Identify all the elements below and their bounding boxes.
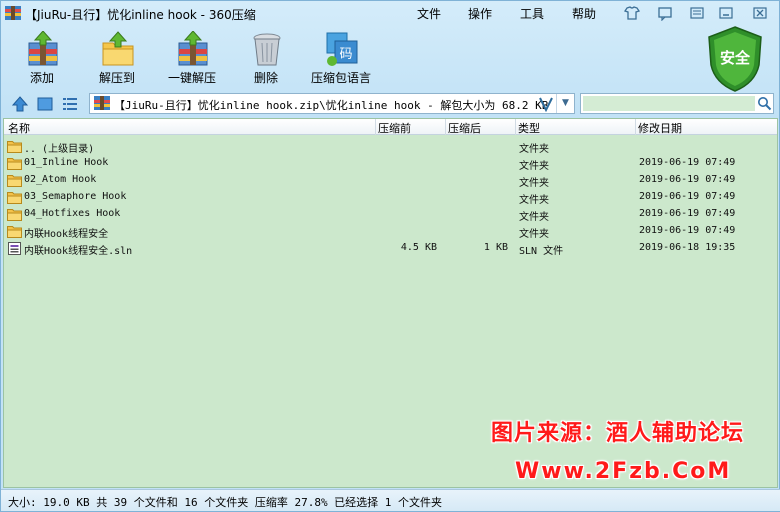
add-archive-icon bbox=[28, 31, 58, 66]
folder-icon bbox=[7, 225, 22, 238]
status-text: 大小: 19.0 KB 共 39 个文件和 16 个文件夹 压缩率 27.8% … bbox=[8, 496, 443, 509]
search-box bbox=[580, 93, 774, 114]
archive-language-label: 压缩包语言 bbox=[310, 71, 371, 85]
zip-archive-icon bbox=[94, 96, 110, 110]
file-list-header: 名称 压缩前 压缩后 类型 修改日期 bbox=[4, 119, 777, 136]
file-date: 2019-06-19 07:49 bbox=[639, 208, 736, 219]
title-bar: 【JiuRu-且行】忧化inline hook - 360压缩 文件 操作 工具… bbox=[1, 1, 780, 25]
watermark-source: 图片来源：酒人辅助论坛 bbox=[491, 421, 745, 446]
column-date[interactable]: 修改日期 bbox=[638, 120, 682, 136]
column-divider[interactable] bbox=[445, 119, 446, 135]
language-code-icon: 码 bbox=[326, 32, 358, 66]
file-type: 文件夹 bbox=[519, 229, 549, 240]
archive-app-icon bbox=[5, 6, 21, 20]
table-row[interactable]: 03_Semaphore Hook 文件夹 2019-06-19 07:49 bbox=[4, 189, 777, 206]
address-bar[interactable]: 【JiuRu-且行】忧化inline hook.zip\忧化inline hoo… bbox=[89, 93, 575, 114]
file-type: 文件夹 bbox=[519, 144, 549, 155]
sln-file-icon bbox=[7, 242, 22, 255]
extract-to-button[interactable]: 解压到 bbox=[82, 31, 152, 85]
archive-language-button[interactable]: 码 压缩包语言 bbox=[306, 31, 376, 85]
folder-icon bbox=[7, 208, 22, 221]
window-title: 【JiuRu-且行】忧化inline hook - 360压缩 bbox=[25, 8, 256, 22]
column-name[interactable]: 名称 bbox=[8, 120, 30, 136]
one-click-extract-label: 一键解压 bbox=[167, 71, 216, 85]
menu-tools[interactable]: 工具 bbox=[520, 5, 544, 22]
address-dropdown-button[interactable]: ▼ bbox=[556, 94, 574, 113]
archive-path: 【JiuRu-且行】忧化inline hook.zip\忧化inline hoo… bbox=[114, 99, 549, 112]
table-row[interactable]: 内联Hook线程安全.sln 4.5 KB 1 KB SLN 文件 2019-06-18… bbox=[4, 240, 777, 257]
file-type: 文件夹 bbox=[519, 178, 549, 189]
menu-file[interactable]: 文件 bbox=[417, 5, 441, 22]
file-name: 内联Hook线程安全.sln bbox=[24, 246, 133, 257]
delete-label: 删除 bbox=[253, 71, 278, 85]
watermark-url: Www.2Fzb.CoM bbox=[515, 459, 732, 484]
file-name: .. (上级目录) bbox=[24, 144, 95, 155]
file-date: 2019-06-19 07:49 bbox=[639, 157, 736, 168]
thumbnail-view-icon[interactable] bbox=[36, 95, 54, 113]
folder-icon bbox=[7, 174, 22, 187]
table-row[interactable]: 02_Atom Hook 文件夹 2019-06-19 07:49 bbox=[4, 172, 777, 189]
file-name: 02_Atom Hook bbox=[24, 174, 97, 185]
column-size[interactable]: 压缩后 bbox=[448, 120, 481, 136]
folder-icon bbox=[7, 140, 22, 153]
file-date: 2019-06-18 19:35 bbox=[639, 242, 736, 253]
table-row[interactable]: 04_Hotfixes Hook 文件夹 2019-06-19 07:49 bbox=[4, 206, 777, 223]
add-button[interactable]: 添加 bbox=[7, 31, 77, 85]
one-click-extract-button[interactable]: 一键解压 bbox=[157, 31, 227, 85]
extract-folder-icon bbox=[102, 31, 134, 66]
file-date: 2019-06-19 07:49 bbox=[639, 174, 736, 185]
menu-help[interactable]: 帮助 bbox=[572, 5, 596, 22]
file-type: 文件夹 bbox=[519, 161, 549, 172]
file-compressed-size: 1 KB bbox=[483, 242, 508, 253]
file-type: SLN 文件 bbox=[519, 246, 564, 257]
table-row[interactable]: .. (上级目录) 文件夹 bbox=[4, 138, 777, 155]
column-packed[interactable]: 压缩前 bbox=[378, 120, 411, 136]
app-window: 【JiuRu-且行】忧化inline hook - 360压缩 文件 操作 工具… bbox=[0, 0, 780, 512]
extract-to-label: 解压到 bbox=[98, 71, 135, 85]
file-type: 文件夹 bbox=[519, 195, 549, 206]
file-name: 内联Hook线程安全 bbox=[24, 229, 109, 240]
file-name: 01_Inline Hook bbox=[24, 157, 109, 168]
column-divider[interactable] bbox=[635, 119, 636, 135]
column-type[interactable]: 类型 bbox=[518, 120, 540, 136]
table-row[interactable]: 01_Inline Hook 文件夹 2019-06-19 07:49 bbox=[4, 155, 777, 172]
file-name: 03_Semaphore Hook bbox=[24, 191, 127, 202]
folder-icon bbox=[7, 191, 22, 204]
add-label: 添加 bbox=[29, 71, 54, 85]
list-view-icon[interactable] bbox=[61, 95, 79, 113]
security-shield-icon[interactable]: 安全 bbox=[705, 25, 765, 93]
verify-check-icon[interactable] bbox=[538, 95, 554, 112]
table-row[interactable]: 内联Hook线程安全 文件夹 2019-06-19 07:49 bbox=[4, 223, 777, 240]
security-label: 安全 bbox=[720, 49, 751, 67]
menu-dropdown-icon[interactable] bbox=[688, 5, 706, 21]
file-packed-size: 4.5 KB bbox=[400, 242, 437, 253]
delete-button[interactable]: 删除 bbox=[231, 31, 301, 85]
file-name: 04_Hotfixes Hook bbox=[24, 208, 121, 219]
column-divider[interactable] bbox=[375, 119, 376, 135]
close-icon[interactable] bbox=[751, 5, 769, 21]
feedback-icon[interactable] bbox=[656, 5, 674, 21]
status-bar: 大小: 19.0 KB 共 39 个文件和 16 个文件夹 压缩率 27.8% … bbox=[1, 489, 780, 511]
up-arrow-icon[interactable] bbox=[11, 95, 29, 113]
one-click-extract-icon bbox=[178, 31, 208, 66]
trash-icon bbox=[253, 33, 281, 66]
file-date: 2019-06-19 07:49 bbox=[639, 191, 736, 202]
menu-operation[interactable]: 操作 bbox=[468, 5, 492, 22]
file-type: 文件夹 bbox=[519, 212, 549, 223]
column-divider[interactable] bbox=[515, 119, 516, 135]
search-icon[interactable] bbox=[757, 96, 772, 111]
minimize-icon[interactable] bbox=[717, 5, 735, 21]
skin-icon[interactable] bbox=[623, 5, 641, 21]
folder-icon bbox=[7, 157, 22, 170]
search-input[interactable] bbox=[583, 96, 755, 111]
svg-text:码: 码 bbox=[339, 47, 352, 62]
file-date: 2019-06-19 07:49 bbox=[639, 225, 736, 236]
